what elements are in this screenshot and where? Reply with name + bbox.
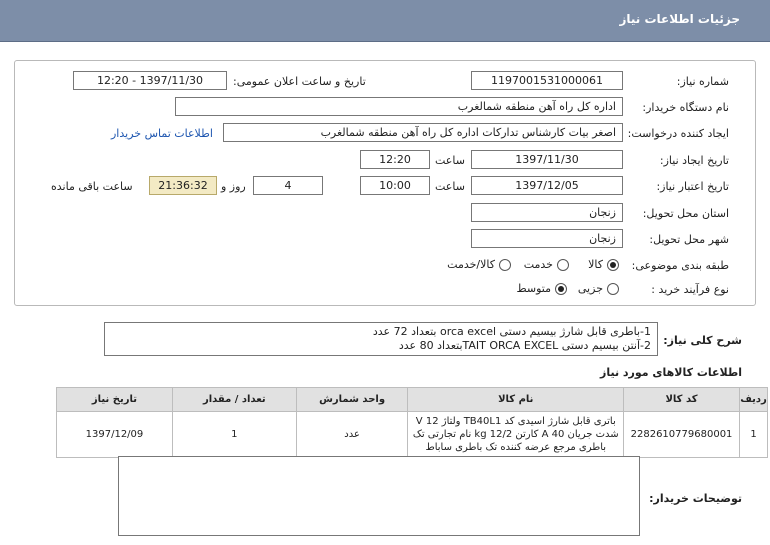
valid-date-field: 1397/12/05	[471, 176, 623, 195]
cell-date: 1397/12/09	[56, 411, 173, 458]
valid-time-label: ساعت	[435, 180, 465, 193]
buyer-org-label: نام دستگاه خریدار:	[642, 101, 729, 114]
need-number-field: 1197001531000061	[471, 71, 623, 90]
radio-unchecked-icon	[499, 258, 511, 271]
col-name: نام کالا	[407, 387, 625, 412]
col-qty: تعداد / مقدار	[171, 387, 297, 412]
items-section-title: اطلاعات کالاهای مورد نیاز	[600, 366, 742, 379]
process-option-medium-label: متوسط	[516, 282, 551, 295]
buyer-notes-box	[118, 456, 640, 536]
process-option-minor[interactable]: جزیی	[578, 282, 619, 295]
process-option-minor-label: جزیی	[577, 282, 603, 295]
process-type-label: نوع فرآیند خرید :	[651, 283, 729, 296]
description-box: 1-باطری قابل شارژ بیسیم دستی orca excel …	[104, 322, 658, 356]
remaining-time-label: ساعت باقی مانده	[51, 180, 133, 193]
category-option-service-label: خدمت	[523, 258, 553, 271]
page-title: جزئیات اطلاعات نیاز	[619, 12, 740, 26]
col-date: تاریخ نیاز	[56, 387, 173, 412]
page-header: جزئیات اطلاعات نیاز	[0, 0, 770, 42]
province-label: استان محل تحویل:	[642, 207, 729, 220]
category-option-goods-label: کالا	[588, 258, 603, 271]
category-option-goods-service[interactable]: کالا/خدمت	[447, 258, 511, 271]
table-row: 1 2282610779680001 باتری قابل شارژ اسیدی…	[56, 411, 768, 458]
valid-time-field: 10:00	[360, 176, 430, 195]
city-field: زنجان	[471, 229, 623, 248]
created-time-label: ساعت	[435, 154, 465, 167]
days-remaining-field: 4	[253, 176, 323, 195]
cell-qty: 1	[171, 411, 297, 458]
cell-code: 2282610779680001	[623, 411, 741, 458]
buyer-org-field: اداره کل راه آهن منطقه شمالغرب	[175, 97, 623, 116]
created-date-field: 1397/11/30	[471, 150, 623, 169]
radio-unchecked-icon	[607, 282, 619, 295]
days-label: روز و	[221, 180, 246, 193]
col-code: کد کالا	[623, 387, 741, 412]
created-time-field: 12:20	[360, 150, 430, 169]
description-line-2: 2-آنتن بیسیم دستی TAIT ORCA EXCELبتعداد …	[398, 339, 651, 352]
radio-checked-icon	[555, 282, 567, 295]
radio-checked-icon	[607, 258, 619, 271]
col-unit: واحد شمارش	[295, 387, 409, 412]
city-label: شهر محل تحویل:	[649, 233, 729, 246]
description-label: شرح کلی نیاز:	[663, 334, 742, 347]
category-option-goods[interactable]: کالا	[588, 258, 619, 271]
cell-row: 1	[739, 411, 768, 458]
cell-name: باتری قابل شارژ اسیدی کد TB40L1 ولتاژ 12…	[407, 411, 625, 458]
announce-label: تاریخ و ساعت اعلان عمومی:	[233, 75, 366, 88]
description-line-1: 1-باطری قابل شارژ بیسیم دستی orca excel …	[372, 325, 651, 338]
category-option-goods-service-label: کالا/خدمت	[447, 258, 495, 271]
need-info-panel: شماره نیاز: 1197001531000061 تاریخ و ساع…	[14, 60, 756, 306]
buyer-contact-link[interactable]: اطلاعات تماس خریدار	[111, 127, 213, 140]
buyer-notes-label: توضیحات خریدار:	[649, 492, 742, 505]
requester-label: ایجاد کننده درخواست:	[627, 127, 729, 140]
items-table: ردیف کد کالا نام کالا واحد شمارش تعداد /…	[56, 387, 768, 458]
remaining-time-field: 21:36:32	[149, 176, 217, 195]
need-number-label: شماره نیاز:	[676, 75, 729, 88]
valid-date-label: تاریخ اعتبار نیاز:	[656, 180, 729, 193]
province-field: زنجان	[471, 203, 623, 222]
items-table-header: ردیف کد کالا نام کالا واحد شمارش تعداد /…	[56, 387, 768, 412]
process-option-medium[interactable]: متوسط	[516, 282, 567, 295]
category-option-service[interactable]: خدمت	[524, 258, 569, 271]
radio-unchecked-icon	[557, 258, 569, 271]
category-label: طبقه بندی موضوعی:	[631, 259, 729, 272]
requester-field: اصغر بیات کارشناس تدارکات اداره کل راه آ…	[223, 123, 623, 142]
created-date-label: تاریخ ایجاد نیاز:	[659, 154, 729, 167]
col-row: ردیف	[739, 387, 768, 412]
announce-field: 1397/11/30 - 12:20	[73, 71, 227, 90]
cell-unit: عدد	[295, 411, 409, 458]
